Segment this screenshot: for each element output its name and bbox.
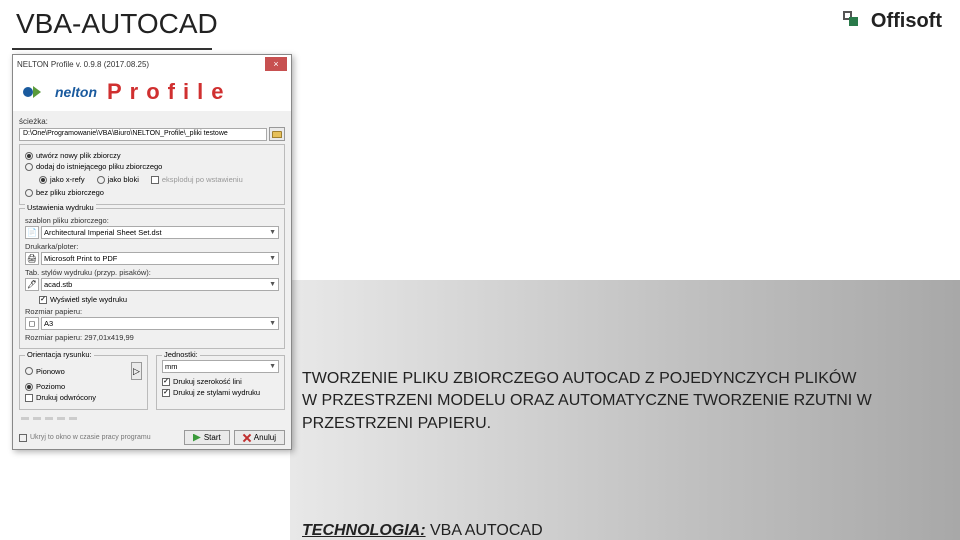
units-group: Jednostki: mm▼ Drukuj szerokość lini Dru… <box>156 355 285 410</box>
check-linewidth-label: Drukuj szerokość lini <box>173 377 242 386</box>
orientation-group: Orientacja rysunku: Pionowo ▷ Poziomo Dr… <box>19 355 148 410</box>
units-combo[interactable]: mm ▼ <box>162 360 279 373</box>
technology-label: TECHNOLOGIA: <box>302 522 426 539</box>
chevron-down-icon: ▼ <box>269 320 276 327</box>
paper-icon: ◻ <box>25 317 39 330</box>
penstyle-value: acad.stb <box>44 280 72 289</box>
radio-block-label: jako bloki <box>108 175 139 184</box>
radio-xref-label: jako x-refy <box>50 175 85 184</box>
chevron-down-icon: ▼ <box>269 363 276 370</box>
chevron-down-icon: ▼ <box>269 229 276 236</box>
printer-combo[interactable]: Microsoft Print to PDF ▼ <box>41 252 279 265</box>
check-printstyle[interactable] <box>162 389 170 397</box>
start-button[interactable]: Start <box>184 430 230 445</box>
dialog-title-text: NELTON Profile v. 0.9.8 (2017.08.25) <box>17 60 149 69</box>
printer-label: Drukarka/ploter: <box>25 242 279 251</box>
radio-xref[interactable] <box>39 176 47 184</box>
close-icon[interactable]: × <box>265 57 287 71</box>
offisoft-logo-icon <box>843 11 865 33</box>
title-underline <box>12 48 212 50</box>
folder-icon <box>272 131 282 138</box>
nelton-logo-text: nelton <box>55 84 97 100</box>
check-reverse-label: Drukuj odwrócony <box>36 393 96 402</box>
check-explode-label: eksploduj po wstawieniu <box>162 175 243 184</box>
radio-portrait[interactable] <box>25 367 33 375</box>
template-value: Architectural Imperial Sheet Set.dst <box>44 228 162 237</box>
radio-append-file-label: dodaj do istniejącego pliku zbiorczego <box>36 162 162 171</box>
paper-size-value: A3 <box>44 319 53 328</box>
check-reverse[interactable] <box>25 394 33 402</box>
check-explode[interactable] <box>151 176 159 184</box>
radio-landscape-label: Poziomo <box>36 382 65 391</box>
check-show-style-label: Wyświetl style wydruku <box>50 295 127 304</box>
radio-no-file[interactable] <box>25 189 33 197</box>
template-combo[interactable]: Architectural Imperial Sheet Set.dst ▼ <box>41 226 279 239</box>
check-show-style[interactable] <box>39 296 47 304</box>
print-group-title: Ustawienia wydruku <box>25 203 96 212</box>
print-settings-group: Ustawienia wydruku szablon pliku zbiorcz… <box>19 208 285 349</box>
technology-value: VBA AUTOCAD <box>426 522 543 539</box>
arrow-right-icon[interactable]: ▷ <box>131 362 142 380</box>
dialog-header: nelton Profile <box>13 73 291 111</box>
nelton-logo-icon <box>21 83 53 101</box>
description-line1: TWORZENIE PLIKU ZBIORCZEGO AUTOCAD Z POJ… <box>302 370 856 387</box>
file-mode-group: utwórz nowy plik zbiorczy dodaj do istni… <box>19 144 285 205</box>
check-printstyle-label: Drukuj ze stylami wydruku <box>173 388 260 397</box>
path-label: ścieżka: <box>19 117 285 126</box>
technology-line: TECHNOLOGIA: VBA AUTOCAD <box>302 522 543 540</box>
check-hide-window-label: Ukryj to okno w czasie pracy programu <box>30 434 151 441</box>
printer-value: Microsoft Print to PDF <box>44 254 117 263</box>
description-text: TWORZENIE PLIKU ZBIORCZEGO AUTOCAD Z POJ… <box>302 368 940 435</box>
dialog-footer: Ukryj to okno w czasie pracy programu St… <box>13 426 291 449</box>
radio-block[interactable] <box>97 176 105 184</box>
penstyle-icon: 🖊 <box>25 278 39 291</box>
orientation-title: Orientacja rysunku: <box>25 350 94 359</box>
paper-dims-label: Rozmiar papieru: 297,01x419,99 <box>25 333 279 342</box>
radio-append-file[interactable] <box>25 163 33 171</box>
play-icon <box>193 434 201 442</box>
dialog-titlebar: NELTON Profile v. 0.9.8 (2017.08.25) × <box>13 55 291 73</box>
radio-landscape[interactable] <box>25 383 33 391</box>
paper-size-combo[interactable]: A3 ▼ <box>41 317 279 330</box>
slide-title: VBA-AUTOCAD <box>16 8 218 40</box>
offisoft-logo: Offisoft <box>843 10 942 33</box>
path-input[interactable]: D:\One\Programowanie\VBA\Biuro\NELTON_Pr… <box>19 128 267 141</box>
penstyle-combo[interactable]: acad.stb ▼ <box>41 278 279 291</box>
profile-word: Profile <box>107 79 231 105</box>
chevron-down-icon: ▼ <box>269 281 276 288</box>
cancel-button[interactable]: Anuluj <box>234 430 285 445</box>
radio-no-file-label: bez pliku zbiorczego <box>36 188 104 197</box>
paper-size-label: Rozmiar papieru: <box>25 307 279 316</box>
offisoft-logo-text: Offisoft <box>871 10 942 33</box>
cancel-button-label: Anuluj <box>254 433 276 442</box>
penstyle-label: Tab. stylów wydruku (przyp. pisaków): <box>25 268 279 277</box>
printer-icon: 🖨 <box>25 252 39 265</box>
units-value: mm <box>165 362 178 371</box>
progress-placeholder <box>21 417 285 420</box>
template-label: szablon pliku zbiorczego: <box>25 216 279 225</box>
close-icon <box>243 434 251 442</box>
radio-new-file-label: utwórz nowy plik zbiorczy <box>36 151 121 160</box>
radio-new-file[interactable] <box>25 152 33 160</box>
check-hide-window[interactable] <box>19 434 27 442</box>
chevron-down-icon: ▼ <box>269 255 276 262</box>
check-linewidth[interactable] <box>162 378 170 386</box>
nelton-logo: nelton <box>21 83 97 101</box>
description-line2: W PRZESTRZENI MODELU ORAZ AUTOMATYCZNE T… <box>302 392 872 431</box>
profile-dialog: NELTON Profile v. 0.9.8 (2017.08.25) × n… <box>12 54 292 450</box>
units-title: Jednostki: <box>162 350 200 359</box>
browse-button[interactable] <box>269 127 285 141</box>
radio-portrait-label: Pionowo <box>36 367 65 376</box>
start-button-label: Start <box>204 433 221 442</box>
template-icon: 📄 <box>25 226 39 239</box>
